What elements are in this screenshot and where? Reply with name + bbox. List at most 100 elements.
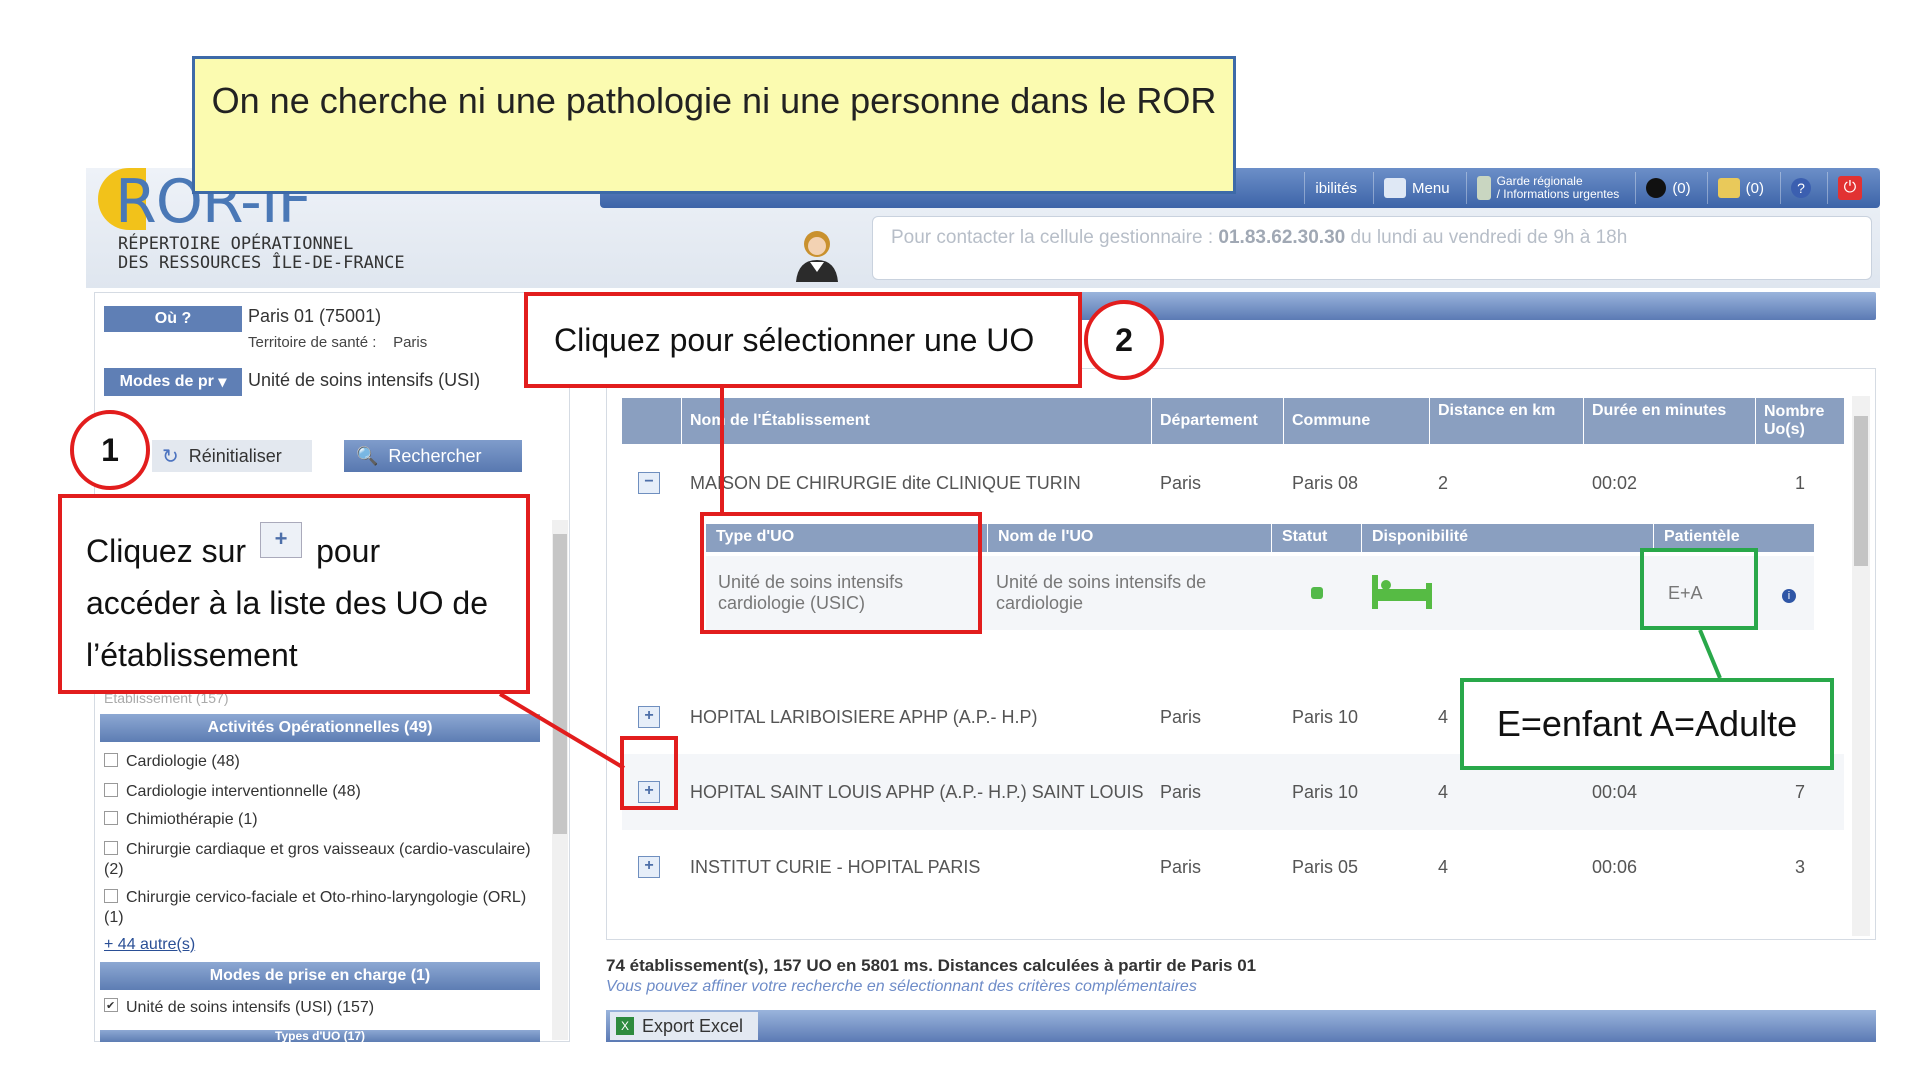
row-department: Paris — [1160, 781, 1202, 802]
header-name[interactable]: Nom de l'Établissement — [682, 398, 1152, 444]
expand-icon[interactable]: + — [638, 856, 660, 878]
callout-expand: Cliquez sur + pour accéder à la liste des … — [58, 494, 530, 694]
toolbar-garde[interactable]: Garde régionale / Informations urgentes — [1465, 172, 1630, 204]
support-avatar-icon — [796, 231, 838, 282]
plus-icon: + — [260, 522, 303, 558]
facet-item-label: Unité de soins intensifs (USI) (157) — [126, 999, 375, 1016]
checkbox-checked[interactable] — [104, 998, 118, 1012]
search-icon: 🔍 — [356, 445, 379, 466]
refine-hint: Vous pouvez affiner votre recherche en s… — [606, 978, 1197, 995]
toolbar-messages[interactable]: (0) — [1706, 172, 1774, 204]
row-department: Paris — [1160, 706, 1202, 727]
toolbar-logout[interactable]: ⏻ — [1827, 172, 1872, 204]
refresh-icon: ↻ — [162, 445, 179, 468]
search-button[interactable]: 🔍 Rechercher — [344, 440, 522, 472]
table-row[interactable]: + INSTITUT CURIE - HOPITAL PARIS Paris P… — [622, 830, 1844, 904]
location-value[interactable]: Paris 01 (75001) — [248, 306, 381, 327]
row-distance: 4 — [1438, 856, 1449, 877]
facet-item-label: Cardiologie (48) — [126, 753, 240, 770]
toolbar-notifications[interactable]: (0) — [1635, 172, 1700, 204]
header-count[interactable]: Nombre Uo(s) — [1756, 398, 1844, 444]
header-duration[interactable]: Durée en minutes — [1584, 398, 1756, 444]
facet-modes-header[interactable]: Modes de prise en charge (1) — [100, 962, 540, 990]
status-dot-icon — [1272, 583, 1362, 604]
row-count: 7 — [1794, 781, 1805, 802]
collapse-icon[interactable]: − — [638, 472, 660, 494]
expand-icon[interactable]: + — [638, 706, 660, 728]
info-note: On ne cherche ni une pathologie ni une p… — [192, 56, 1236, 194]
menu-icon — [1384, 178, 1407, 198]
row-duration: 00:06 — [1592, 856, 1638, 877]
contact-banner: Pour contacter la cellule gestionnaire :… — [872, 216, 1872, 280]
row-department: Paris — [1160, 472, 1202, 493]
phone-icon — [1476, 176, 1491, 200]
row-toggle-cell: + — [622, 856, 682, 878]
row-name: HOPITAL SAINT LOUIS APHP (A.P.- H.P.) SA… — [690, 781, 1144, 802]
checkbox[interactable] — [104, 841, 118, 855]
subheader-disponibilite: Disponibilité — [1362, 524, 1654, 552]
checkbox[interactable] — [104, 783, 118, 797]
facet-item[interactable]: Unité de soins intensifs (USI) (157) — [104, 998, 534, 1018]
toolbar-disponibilites[interactable]: ibilités — [1304, 172, 1367, 204]
search-button-label: Rechercher — [388, 445, 482, 466]
facet-modes-title: Modes de prise en charge (1) — [209, 967, 431, 984]
logo-subtitle-1: RÉPERTOIRE OPÉRATIONNEL — [118, 234, 354, 254]
table-row[interactable]: − MAISON DE CHIRURGIE dite CLINIQUE TURI… — [622, 446, 1844, 520]
location-label: Où ? — [104, 306, 242, 332]
contact-hours: du lundi au vendredi de 9h à 18h — [1350, 227, 1628, 248]
more-facets-link[interactable]: + 44 autre(s) — [104, 936, 195, 954]
row-commune: Paris 10 — [1292, 706, 1359, 727]
territoire-label: Territoire de santé : — [248, 334, 377, 351]
header-department[interactable]: Département — [1152, 398, 1284, 444]
messages-count: (0) — [1745, 179, 1764, 197]
row-toggle-cell: − — [622, 472, 682, 494]
garde-line-1: Garde régionale — [1496, 174, 1583, 188]
header-commune[interactable]: Commune — [1284, 398, 1430, 444]
toolbar-menu-label: Menu — [1412, 179, 1450, 197]
export-excel-button[interactable]: X Export Excel — [610, 1012, 758, 1040]
row-duration: 00:02 — [1592, 472, 1638, 493]
facet-item-label: Chimiothérapie (1) — [126, 811, 258, 828]
toolbar-menu[interactable]: Menu — [1373, 172, 1460, 204]
row-department: Paris — [1160, 856, 1202, 877]
reset-button[interactable]: ↻ Réinitialiser — [152, 440, 312, 472]
header-toggle-column — [622, 398, 682, 444]
checkbox[interactable] — [104, 889, 118, 903]
results-table-header: Nom de l'Établissement Département Commu… — [622, 398, 1844, 444]
toolbar-help[interactable]: ? — [1780, 172, 1821, 204]
garde-line-2: / Informations urgentes — [1496, 187, 1620, 201]
step-2-marker: 2 — [1084, 300, 1164, 380]
toolbar-garde-text: Garde régionale / Informations urgentes — [1497, 175, 1620, 201]
row-toggle-cell: + — [622, 706, 682, 728]
facet-item[interactable]: Chirurgie cardiaque et gros vaisseaux (c… — [104, 840, 534, 880]
chevron-down-icon: ▾ — [218, 374, 227, 391]
row-distance: 4 — [1438, 781, 1449, 802]
header-distance[interactable]: Distance en km — [1430, 398, 1584, 444]
results-summary: 74 établissement(s), 157 UO en 5801 ms. … — [606, 956, 1257, 975]
highlight-expand-toggle — [620, 736, 678, 810]
left-scrollbar-thumb[interactable] — [553, 534, 567, 834]
highlight-uo-type — [700, 512, 982, 634]
callout-enfant-adulte: E=enfant A=Adulte — [1460, 678, 1834, 770]
checkbox[interactable] — [104, 753, 118, 767]
export-bar — [606, 1010, 1876, 1042]
info-icon[interactable]: i — [1774, 583, 1814, 604]
facet-item-label: Cardiologie interventionnelle (48) — [126, 783, 361, 800]
contact-phone: 01.83.62.30.30 — [1218, 227, 1346, 248]
facet-activites-header[interactable]: Activités Opérationnelles (49) — [100, 714, 540, 742]
uo-name[interactable]: Unité de soins intensifs de cardiologie — [988, 572, 1272, 614]
reset-button-label: Réinitialiser — [188, 445, 282, 466]
row-name: INSTITUT CURIE - HOPITAL PARIS — [690, 856, 981, 877]
facet-item[interactable]: Chirurgie cervico-faciale et Oto-rhino-l… — [104, 888, 534, 928]
checkbox[interactable] — [104, 811, 118, 825]
results-scrollbar-thumb[interactable] — [1854, 416, 1868, 566]
facet-item[interactable]: Cardiologie interventionnelle (48) — [104, 782, 534, 802]
facet-item[interactable]: Cardiologie (48) — [104, 752, 534, 772]
excel-icon: X — [616, 1017, 634, 1035]
bed-icon — [1362, 573, 1654, 614]
facet-types-header[interactable]: Types d'UO (17) — [100, 1030, 540, 1042]
modes-dropdown[interactable]: Modes de pr ▾ — [104, 368, 242, 396]
facet-item[interactable]: Chimiothérapie (1) — [104, 810, 534, 830]
toolbar-disponibilites-label: ibilités — [1315, 179, 1358, 197]
modes-value[interactable]: Unité de soins intensifs (USI) — [248, 370, 480, 391]
